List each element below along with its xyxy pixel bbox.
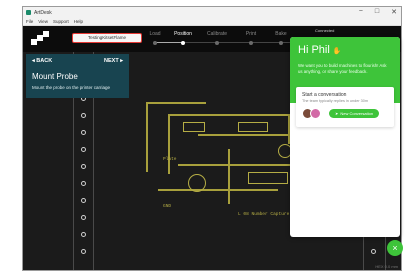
pcb-pad	[188, 174, 206, 192]
chat-greeting-text: Hi Phil	[298, 44, 330, 56]
card-subtitle: The team typically replies in under 30m	[302, 99, 369, 103]
step-bake-dot	[279, 41, 283, 45]
menu-help[interactable]: Help	[74, 19, 83, 24]
close-button[interactable]: ✕	[391, 8, 397, 16]
step-position-dot	[181, 41, 185, 45]
instruction-description: Mount the probe on the printer carriage	[32, 85, 111, 90]
maximize-button[interactable]: □	[375, 8, 379, 16]
step-load-dot	[153, 41, 157, 45]
chat-intro: We want you to build machines to flouris…	[298, 63, 387, 74]
menu-view[interactable]: View	[38, 19, 48, 24]
wave-icon: ✋	[332, 48, 342, 55]
rail-hole	[81, 181, 86, 186]
menu-bar: File View Support Help	[23, 18, 401, 26]
card-title: Start a conversation	[302, 92, 347, 98]
pcb-trace	[146, 102, 148, 172]
new-conversation-button[interactable]: ➤ New Conversation	[329, 109, 380, 118]
chat-greeting: Hi Phil ✋	[298, 44, 392, 56]
rail-hole	[81, 147, 86, 152]
pcb-trace	[158, 189, 278, 191]
step-calibrate-label: Calibrate	[206, 31, 227, 37]
status-readout: HEX 0.0 mm	[375, 264, 398, 269]
menu-support[interactable]: Support	[53, 19, 69, 24]
card-actions: ➤ New Conversation	[302, 108, 388, 119]
send-icon: ➤	[335, 111, 339, 116]
minimize-button[interactable]: −	[359, 8, 363, 16]
instruction-panel: ◂ BACK NEXT ▸ Mount Probe Mount the prob…	[26, 54, 129, 98]
rail-hole	[81, 232, 86, 237]
step-print[interactable]: Print	[236, 31, 266, 45]
window-controls: − □ ✕	[359, 8, 397, 16]
title-bar: ArtDesk − □ ✕	[23, 7, 401, 18]
rail-hole	[81, 130, 86, 135]
app-logo	[31, 31, 49, 47]
pcb-pad	[183, 122, 205, 132]
step-load-label: Load	[149, 31, 161, 37]
rail-hole	[81, 164, 86, 169]
pcb-trace	[168, 114, 170, 174]
pcb-trace	[228, 149, 230, 204]
close-icon: ×	[392, 243, 398, 253]
instruction-nav: ◂ BACK NEXT ▸	[26, 54, 129, 64]
workflow-stepper: Load Position Calibrate Print Bake	[149, 31, 313, 49]
back-button[interactable]: ◂ BACK	[32, 58, 52, 64]
project-name-field[interactable]: TestingKitsetFlame	[72, 33, 142, 43]
step-calibrate[interactable]: Calibrate	[202, 31, 232, 45]
step-print-dot	[249, 41, 253, 45]
avatar	[310, 108, 321, 119]
step-calibrate-dot	[215, 41, 219, 45]
support-chat-widget: Hi Phil ✋ We want you to build machines …	[290, 37, 400, 237]
next-button[interactable]: NEXT ▸	[104, 58, 123, 64]
window-title: ArtDesk	[34, 10, 52, 16]
pcb-pad	[238, 122, 268, 132]
connection-status: Connected	[315, 28, 335, 33]
rail-hole	[81, 113, 86, 118]
new-conversation-label: New Conversation	[340, 111, 374, 116]
pcb-label: L 08 Number Capture	[238, 212, 290, 217]
step-load[interactable]: Load	[140, 31, 170, 45]
pcb-pad	[248, 172, 288, 184]
menu-file[interactable]: File	[26, 19, 33, 24]
pcb-trace	[146, 102, 206, 104]
step-position[interactable]: Position	[168, 31, 198, 45]
instruction-title: Mount Probe	[32, 72, 78, 81]
rail-hole	[81, 215, 86, 220]
rail-hole	[81, 249, 86, 254]
rail-hole	[81, 198, 86, 203]
app-icon	[26, 10, 31, 15]
chat-launcher-button[interactable]: ×	[387, 240, 403, 256]
rail-hole	[371, 249, 376, 254]
pcb-side-label: GND	[163, 204, 172, 209]
conversation-card: Start a conversation The team typically …	[296, 87, 394, 127]
step-print-label: Print	[245, 31, 257, 37]
step-bake-label: Bake	[275, 31, 287, 37]
pcb-side-label: Plate	[163, 157, 177, 162]
pcb-trace	[168, 114, 288, 116]
step-position-label: Position	[174, 31, 192, 37]
